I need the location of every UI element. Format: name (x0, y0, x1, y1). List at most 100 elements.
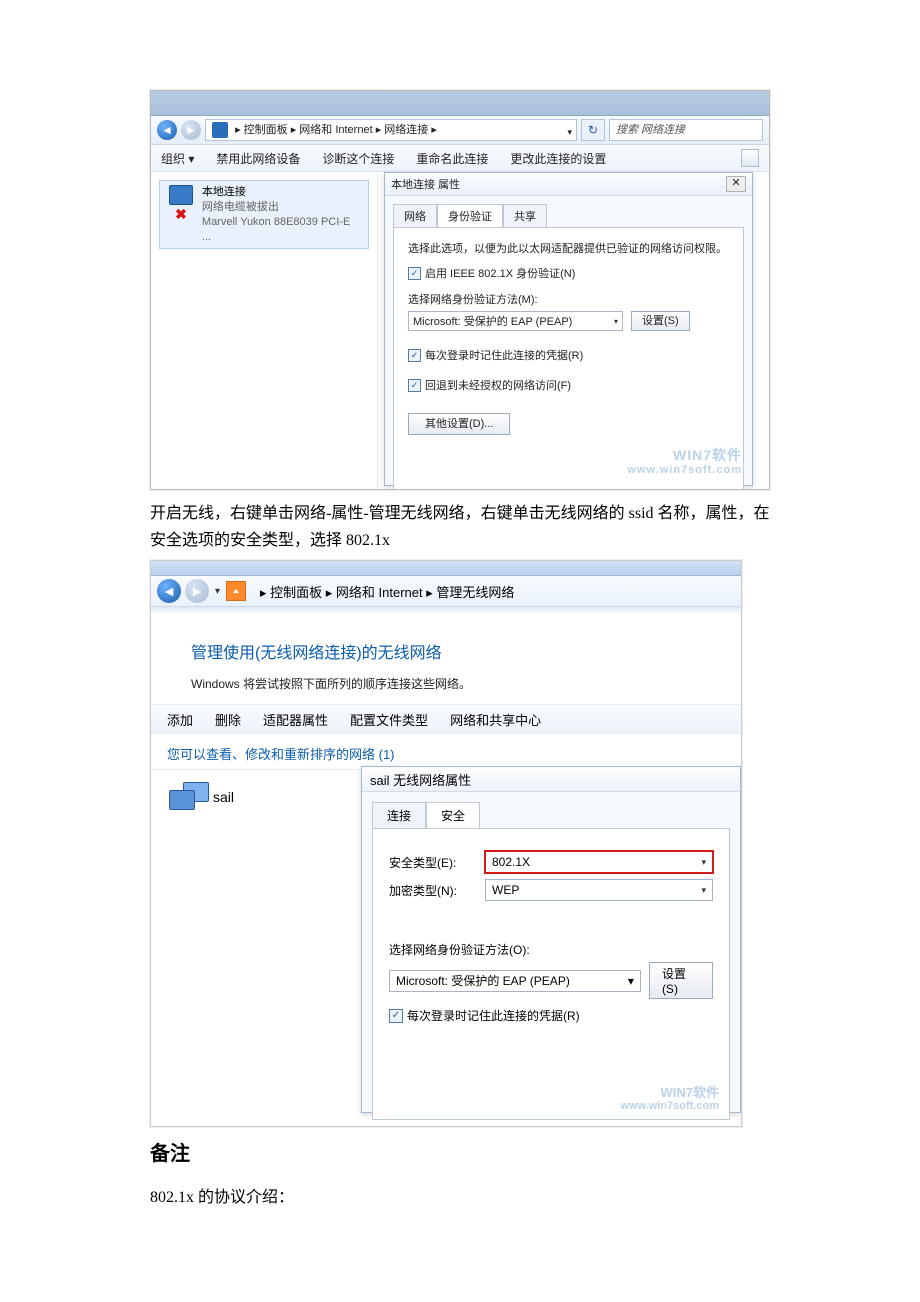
breadcrumb-icon (212, 122, 228, 138)
enable-8021x-checkbox[interactable]: ✓ 启用 IEEE 802.1X 身份验证(N) (408, 265, 729, 281)
other-settings-button[interactable]: 其他设置(D)... (408, 413, 510, 435)
network-name: sail (213, 789, 234, 805)
tab-sharing[interactable]: 共享 (503, 204, 547, 227)
method-label: 选择网络身份验证方法(O): (389, 941, 713, 958)
watermark-line2: www.win7soft.com (620, 1100, 719, 1113)
chevron-down-icon: ▾ (701, 885, 706, 896)
tab-security[interactable]: 安全 (426, 802, 480, 828)
checkbox-icon: ✓ (408, 267, 421, 280)
toolbar-adapter[interactable]: 适配器属性 (263, 710, 328, 729)
toolbar: 组织 ▾ 禁用此网络设备 诊断这个连接 重命名此连接 更改此连接的设置 (151, 145, 769, 172)
explorer-nav: ◄ ► ▾ ▸ 控制面板 ▸ 网络和 Internet ▸ 管理无线网络 (151, 576, 741, 607)
auth-method-value: Microsoft: 受保护的 EAP (PEAP) (396, 972, 570, 989)
watermark: WIN7软件 www.win7soft.com (627, 447, 742, 477)
connection-status: 网络电缆被拔出 (202, 200, 362, 215)
properties-dialog: 本地连接 属性 ✕ 网络 身份验证 共享 选择此选项，以便为此以太网适配器提供已… (384, 172, 753, 486)
watermark: WIN7软件 www.win7soft.com (620, 1085, 719, 1114)
watermark-line1: WIN7软件 (627, 447, 742, 464)
connection-adapter: Marvell Yukon 88E8039 PCI-E ... (202, 215, 362, 245)
chevron-down-icon: ▾ (628, 974, 634, 988)
settings-button[interactable]: 设置(S) (649, 962, 713, 999)
page-subheading: Windows 将尝试按照下面所列的顺序连接这些网络。 (151, 667, 741, 704)
settings-button[interactable]: 设置(S) (631, 311, 690, 331)
fallback-label: 回退到未经授权的网络访问(F) (425, 377, 571, 393)
signal-icon (226, 581, 246, 601)
encryption-type-select[interactable]: WEP ▾ (485, 879, 713, 901)
toolbar-profile[interactable]: 配置文件类型 (350, 710, 428, 729)
security-type-label: 安全类型(E): (389, 854, 475, 871)
remember-label: 每次登录时记住此连接的凭据(R) (407, 1007, 580, 1024)
back-button[interactable]: ◄ (157, 120, 177, 140)
enable-8021x-label: 启用 IEEE 802.1X 身份验证(N) (425, 265, 575, 281)
auth-method-value: Microsoft: 受保护的 EAP (PEAP) (413, 313, 572, 329)
chevron-down-icon[interactable]: ▾ (567, 122, 572, 142)
dialog-title-text: 本地连接 属性 (391, 176, 460, 192)
connection-name: 本地连接 (202, 185, 362, 200)
back-button[interactable]: ◄ (157, 579, 181, 603)
breadcrumb-text: ▸ 控制面板 ▸ 网络和 Internet ▸ 管理无线网络 (260, 582, 514, 601)
breadcrumb-text: ▸ 控制面板 ▸ 网络和 Internet ▸ 网络连接 ▸ (235, 124, 437, 136)
chevron-down-icon[interactable]: ▾ (215, 586, 220, 597)
network-list: sail (151, 769, 361, 824)
auth-hint: 选择此选项，以便为此以太网适配器提供已验证的网络访问权限。 (408, 242, 729, 257)
network-item-sail[interactable]: sail (161, 776, 351, 818)
toolbar-change[interactable]: 更改此连接的设置 (510, 150, 606, 167)
toolbar-organize[interactable]: 组织 ▾ (161, 150, 194, 167)
chevron-down-icon: ▾ (701, 857, 706, 868)
window-titlebar (151, 561, 741, 576)
breadcrumb[interactable]: ▸ 控制面板 ▸ 网络和 Internet ▸ 网络连接 ▸ ▾ (205, 119, 577, 141)
dialog-tabs: 连接 安全 (362, 792, 740, 828)
method-label: 选择网络身份验证方法(M): (408, 291, 729, 307)
notes-heading: 备注 (150, 1137, 770, 1166)
close-icon[interactable]: ✕ (726, 176, 746, 192)
explorer-nav: ◄ ► ▸ 控制面板 ▸ 网络和 Internet ▸ 网络连接 ▸ ▾ ↻ 搜… (151, 116, 769, 145)
tab-connection[interactable]: 连接 (372, 802, 426, 828)
toolbar-delete[interactable]: 删除 (215, 710, 241, 729)
lan-icon: ✖ (166, 185, 196, 244)
toolbar-disable[interactable]: 禁用此网络设备 (216, 150, 300, 167)
forward-button[interactable]: ► (185, 579, 209, 603)
remember-checkbox[interactable]: ✓ 每次登录时记住此连接的凭据(R) (389, 1007, 713, 1024)
dialog-tabs: 网络 身份验证 共享 (385, 196, 752, 227)
checkbox-icon: ✓ (389, 1009, 403, 1023)
toolbar-add[interactable]: 添加 (167, 710, 193, 729)
section-header: 您可以查看、修改和重新排序的网络 (1) (151, 734, 741, 769)
remember-checkbox[interactable]: ✓ 每次登录时记住此连接的凭据(R) (408, 347, 729, 363)
notes-paragraph: 802.1x 的协议介绍： (150, 1184, 770, 1211)
breadcrumb[interactable]: ▸ 控制面板 ▸ 网络和 Internet ▸ 管理无线网络 (254, 582, 735, 601)
screenshot-wireless-manage: ◄ ► ▾ ▸ 控制面板 ▸ 网络和 Internet ▸ 管理无线网络 管理使… (150, 560, 742, 1127)
tab-network[interactable]: 网络 (393, 204, 437, 227)
dialog-title: 本地连接 属性 ✕ (385, 173, 752, 196)
window-titlebar (151, 91, 769, 116)
auth-method-select[interactable]: Microsoft: 受保护的 EAP (PEAP) ▾ (389, 970, 641, 992)
toolbar: 添加 删除 适配器属性 配置文件类型 网络和共享中心 (151, 704, 741, 734)
view-icon[interactable] (741, 149, 759, 167)
chevron-down-icon: ▾ (614, 317, 618, 326)
encryption-type-value: WEP (492, 883, 519, 897)
fallback-checkbox[interactable]: ✓ 回退到未经授权的网络访问(F) (408, 377, 729, 393)
checkbox-icon: ✓ (408, 379, 421, 392)
tab-authentication[interactable]: 身份验证 (437, 204, 503, 227)
screenshot-network-connections: ◄ ► ▸ 控制面板 ▸ 网络和 Internet ▸ 网络连接 ▸ ▾ ↻ 搜… (150, 90, 770, 490)
dialog-title: sail 无线网络属性 (362, 767, 740, 792)
connection-item-lan[interactable]: ✖ 本地连接 网络电缆被拔出 Marvell Yukon 88E8039 PCI… (159, 180, 369, 249)
encryption-type-label: 加密类型(N): (389, 882, 475, 899)
search-input[interactable]: 搜索 网络连接 (609, 119, 763, 141)
page-heading: 管理使用(无线网络连接)的无线网络 (151, 613, 741, 667)
security-type-value: 802.1X (492, 855, 530, 869)
refresh-button[interactable]: ↻ (581, 119, 605, 141)
toolbar-center[interactable]: 网络和共享中心 (450, 710, 541, 729)
checkbox-icon: ✓ (408, 349, 421, 362)
watermark-line2: www.win7soft.com (627, 464, 742, 477)
security-type-select[interactable]: 802.1X ▾ (485, 851, 713, 873)
toolbar-rename[interactable]: 重命名此连接 (416, 150, 488, 167)
watermark-line1: WIN7软件 (620, 1085, 719, 1101)
auth-method-select[interactable]: Microsoft: 受保护的 EAP (PEAP) ▾ (408, 311, 623, 331)
toolbar-diagnose[interactable]: 诊断这个连接 (322, 150, 394, 167)
tab-content: 安全类型(E): 802.1X ▾ 加密类型(N): WEP ▾ (372, 828, 730, 1120)
connection-list: ✖ 本地连接 网络电缆被拔出 Marvell Yukon 88E8039 PCI… (151, 172, 377, 490)
instruction-paragraph: 开启无线，右键单击网络-属性-管理无线网络，右键单击无线网络的 ssid 名称，… (150, 500, 770, 554)
forward-button[interactable]: ► (181, 120, 201, 140)
wifi-properties-dialog: sail 无线网络属性 连接 安全 安全类型(E): 802.1X ▾ (361, 766, 741, 1113)
wifi-network-icon (169, 782, 205, 812)
